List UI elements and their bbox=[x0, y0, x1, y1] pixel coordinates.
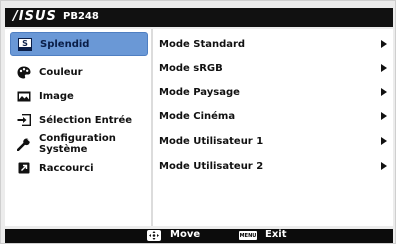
sidebar-item-label: Configuration Système bbox=[39, 133, 116, 155]
option-label: Mode Paysage bbox=[159, 87, 240, 98]
arrow-right-icon bbox=[381, 40, 387, 48]
svg-text:S: S bbox=[22, 39, 28, 48]
footer-bar: Move MENU Exit bbox=[5, 229, 393, 243]
title-bar: /ISUS PB248 bbox=[5, 8, 393, 27]
sidebar-item-couleur[interactable]: Couleur bbox=[10, 60, 148, 84]
option-mode-paysage[interactable]: Mode Paysage bbox=[159, 87, 387, 103]
asus-logo: /ISUS bbox=[13, 9, 57, 24]
sidebar-item-label: Splendid bbox=[40, 38, 90, 50]
input-select-icon bbox=[17, 113, 31, 127]
menu-panel: S Splendid Couleur Image Sélection Entré… bbox=[5, 29, 393, 226]
wrench-icon bbox=[17, 137, 31, 151]
sidebar-item-label: Sélection Entrée bbox=[39, 114, 133, 126]
splendid-s-icon: S bbox=[18, 37, 32, 51]
sidebar-item-configuration-systeme[interactable]: Configuration Système bbox=[10, 132, 148, 156]
move-joystick-icon bbox=[147, 230, 161, 241]
option-mode-utilisateur-2[interactable]: Mode Utilisateur 2 bbox=[159, 161, 387, 177]
menu-key-icon: MENU bbox=[239, 231, 257, 240]
arrow-right-icon bbox=[381, 64, 387, 72]
move-label: Move bbox=[170, 229, 201, 240]
sidebar-item-image[interactable]: Image bbox=[10, 84, 148, 108]
sidebar-item-label: Image bbox=[39, 90, 74, 102]
model-name: PB248 bbox=[63, 11, 99, 22]
sidebar-item-splendid[interactable]: S Splendid bbox=[10, 32, 148, 56]
option-mode-standard[interactable]: Mode Standard bbox=[159, 39, 387, 55]
sidebar-item-raccourci[interactable]: Raccourci bbox=[10, 156, 148, 180]
option-label: Mode Standard bbox=[159, 39, 246, 50]
option-mode-cinema[interactable]: Mode Cinéma bbox=[159, 111, 387, 127]
sidebar-item-selection-entree[interactable]: Sélection Entrée bbox=[10, 108, 148, 132]
arrow-right-icon bbox=[381, 88, 387, 96]
option-label: Mode Utilisateur 2 bbox=[159, 161, 264, 172]
osd-window: /ISUS PB248 S Splendid Couleur Image Sél… bbox=[0, 0, 396, 244]
exit-label: Exit bbox=[265, 229, 287, 240]
arrow-right-icon bbox=[381, 112, 387, 120]
sidebar-item-label: Raccourci bbox=[39, 162, 94, 174]
option-mode-srgb[interactable]: Mode sRGB bbox=[159, 63, 387, 79]
palette-icon bbox=[17, 65, 31, 79]
arrow-right-icon bbox=[381, 137, 387, 145]
arrow-right-icon bbox=[381, 162, 387, 170]
option-label: Mode Cinéma bbox=[159, 111, 236, 122]
shortcut-icon bbox=[17, 161, 31, 175]
sidebar: S Splendid Couleur Image Sélection Entré… bbox=[5, 29, 151, 226]
option-label: Mode Utilisateur 1 bbox=[159, 136, 264, 147]
sidebar-item-label: Couleur bbox=[39, 66, 83, 78]
image-icon bbox=[17, 89, 31, 103]
option-mode-utilisateur-1[interactable]: Mode Utilisateur 1 bbox=[159, 136, 387, 152]
option-label: Mode sRGB bbox=[159, 63, 223, 74]
options-list: Mode Standard Mode sRGB Mode Paysage Mod… bbox=[153, 29, 393, 226]
